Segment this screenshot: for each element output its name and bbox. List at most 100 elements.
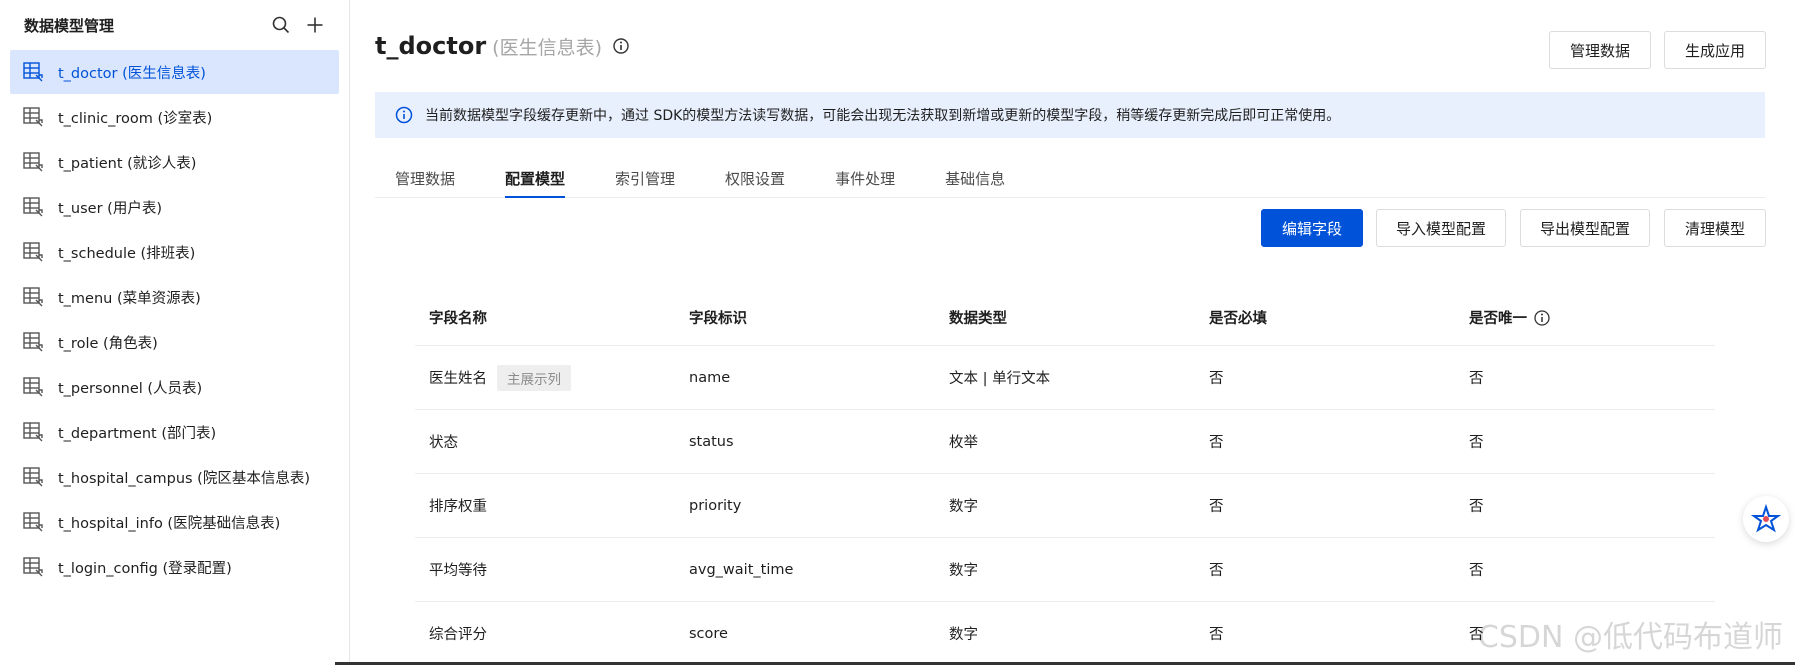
column-header: 数据类型 <box>949 311 1007 327</box>
sidebar-item-t-doctor[interactable]: t_doctor (医生信息表) <box>10 50 339 94</box>
field-type: 数字 <box>949 499 978 515</box>
field-unique: 否 <box>1469 563 1484 579</box>
generate-app-button[interactable]: 生成应用 <box>1664 31 1766 69</box>
table-icon <box>22 376 44 398</box>
tab-permission-settings[interactable]: 权限设置 <box>705 158 805 198</box>
field-required: 否 <box>1209 371 1224 387</box>
alert-text: 当前数据模型字段缓存更新中，通过 SDK的模型方法读写数据，可能会出现无法获取到… <box>425 108 1341 124</box>
table-icon <box>22 511 44 533</box>
table-icon <box>22 196 44 218</box>
sidebar-item-t-user[interactable]: t_user (用户表) <box>10 185 339 229</box>
field-key: name <box>689 369 731 386</box>
tab-configure-model[interactable]: 配置模型 <box>485 158 585 198</box>
field-type: 数字 <box>949 563 978 579</box>
sidebar: 数据模型管理 t_doctor (医生信息表) t_clinic_room (诊… <box>0 0 350 665</box>
field-unique: 否 <box>1469 499 1484 515</box>
sidebar-item-label: t_doctor (医生信息表) <box>58 65 206 82</box>
sidebar-item-label: t_personnel (人员表) <box>58 380 203 397</box>
sidebar-item-t-patient[interactable]: t_patient (就诊人表) <box>10 140 339 184</box>
field-name: 综合评分 <box>429 627 487 643</box>
page-subtitle: (医生信息表) <box>492 36 602 59</box>
field-required: 否 <box>1209 499 1224 515</box>
field-name: 排序权重 <box>429 499 487 515</box>
field-name: 状态 <box>429 435 458 451</box>
sidebar-item-t-department[interactable]: t_department (部门表) <box>10 410 339 454</box>
column-header: 字段标识 <box>689 311 747 327</box>
table-icon <box>22 151 44 173</box>
field-key: score <box>689 625 728 642</box>
model-list: t_doctor (医生信息表) t_clinic_room (诊室表) t_p… <box>0 50 349 589</box>
sidebar-item-label: t_user (用户表) <box>58 200 162 217</box>
sidebar-title: 数据模型管理 <box>24 16 115 35</box>
column-header: 字段名称 <box>429 311 487 327</box>
main-content: t_doctor (医生信息表) 管理数据 生成应用 当前数据模型字段缓存更新中… <box>351 0 1795 665</box>
field-key: status <box>689 433 734 450</box>
table-header: 字段名称 字段标识 数据类型 是否必填 是否唯一 <box>415 290 1715 346</box>
watermark: CSDN @低代码布道师 <box>1477 620 1783 655</box>
field-type: 数字 <box>949 627 978 643</box>
clear-model-button[interactable]: 清理模型 <box>1664 209 1766 247</box>
field-type: 文本 | 单行文本 <box>949 371 1051 387</box>
column-header-label: 是否唯一 <box>1469 311 1527 327</box>
field-unique: 否 <box>1469 435 1484 451</box>
info-icon[interactable] <box>612 37 630 55</box>
column-header-unique: 是否唯一 <box>1455 307 1715 328</box>
export-config-button[interactable]: 导出模型配置 <box>1520 209 1650 247</box>
tab-basic-info[interactable]: 基础信息 <box>925 158 1025 198</box>
field-name: 平均等待 <box>429 563 487 579</box>
sidebar-item-label: t_department (部门表) <box>58 425 217 442</box>
table-icon <box>22 466 44 488</box>
sidebar-item-label: t_role (角色表) <box>58 335 158 352</box>
sidebar-item-t-hospital-campus[interactable]: t_hospital_campus (院区基本信息表) <box>10 455 339 499</box>
assistant-float-button[interactable] <box>1743 496 1789 542</box>
table-icon <box>22 421 44 443</box>
table-icon <box>22 241 44 263</box>
field-required: 否 <box>1209 563 1224 579</box>
field-key: priority <box>689 497 742 514</box>
field-required: 否 <box>1209 435 1224 451</box>
field-required: 否 <box>1209 627 1224 643</box>
manage-data-button[interactable]: 管理数据 <box>1549 31 1651 69</box>
table-row[interactable]: 平均等待 avg_wait_time 数字 否 否 <box>415 538 1715 602</box>
table-row[interactable]: 医生姓名 主展示列 name 文本 | 单行文本 否 否 <box>415 346 1715 410</box>
tab-bar: 管理数据 配置模型 索引管理 权限设置 事件处理 基础信息 <box>375 158 1765 198</box>
primary-display-tag: 主展示列 <box>497 364 571 391</box>
sidebar-item-label: t_patient (就诊人表) <box>58 155 197 172</box>
info-circle-icon <box>395 106 413 124</box>
tab-index-management[interactable]: 索引管理 <box>595 158 695 198</box>
tab-manage-data[interactable]: 管理数据 <box>375 158 475 198</box>
sidebar-item-t-hospital-info[interactable]: t_hospital_info (医院基础信息表) <box>10 500 339 544</box>
field-name-cell: 医生姓名 主展示列 <box>415 364 675 391</box>
sidebar-item-label: t_clinic_room (诊室表) <box>58 110 213 127</box>
edit-fields-button[interactable]: 编辑字段 <box>1261 209 1363 247</box>
page-title: t_doctor <box>375 32 487 60</box>
table-icon <box>22 106 44 128</box>
sidebar-item-t-clinic-room[interactable]: t_clinic_room (诊室表) <box>10 95 339 139</box>
field-name: 医生姓名 <box>429 371 487 387</box>
field-type: 枚举 <box>949 435 978 451</box>
sidebar-item-label: t_schedule (排班表) <box>58 245 196 262</box>
tab-event-handling[interactable]: 事件处理 <box>815 158 915 198</box>
sidebar-item-t-menu[interactable]: t_menu (菜单资源表) <box>10 275 339 319</box>
table-icon <box>22 331 44 353</box>
field-unique: 否 <box>1469 371 1484 387</box>
import-config-button[interactable]: 导入模型配置 <box>1376 209 1506 247</box>
sidebar-item-t-role[interactable]: t_role (角色表) <box>10 320 339 364</box>
fields-table: 字段名称 字段标识 数据类型 是否必填 是否唯一 医生姓名 主展示列 name … <box>415 290 1715 665</box>
sidebar-item-label: t_hospital_campus (院区基本信息表) <box>58 470 310 487</box>
info-icon[interactable] <box>1533 309 1551 327</box>
table-row[interactable]: 状态 status 枚举 否 否 <box>415 410 1715 474</box>
page-title-row: t_doctor (医生信息表) <box>375 32 630 60</box>
sidebar-item-t-schedule[interactable]: t_schedule (排班表) <box>10 230 339 274</box>
table-icon <box>22 61 44 83</box>
table-row[interactable]: 排序权重 priority 数字 否 否 <box>415 474 1715 538</box>
cache-alert: 当前数据模型字段缓存更新中，通过 SDK的模型方法读写数据，可能会出现无法获取到… <box>375 92 1765 138</box>
sidebar-item-label: t_menu (菜单资源表) <box>58 290 201 307</box>
sidebar-item-label: t_hospital_info (医院基础信息表) <box>58 515 281 532</box>
search-icon[interactable] <box>271 15 291 35</box>
sidebar-item-t-personnel[interactable]: t_personnel (人员表) <box>10 365 339 409</box>
table-icon <box>22 286 44 308</box>
column-header: 是否必填 <box>1209 311 1267 327</box>
plus-icon[interactable] <box>305 15 325 35</box>
sidebar-item-t-login-config[interactable]: t_login_config (登录配置) <box>10 545 339 589</box>
